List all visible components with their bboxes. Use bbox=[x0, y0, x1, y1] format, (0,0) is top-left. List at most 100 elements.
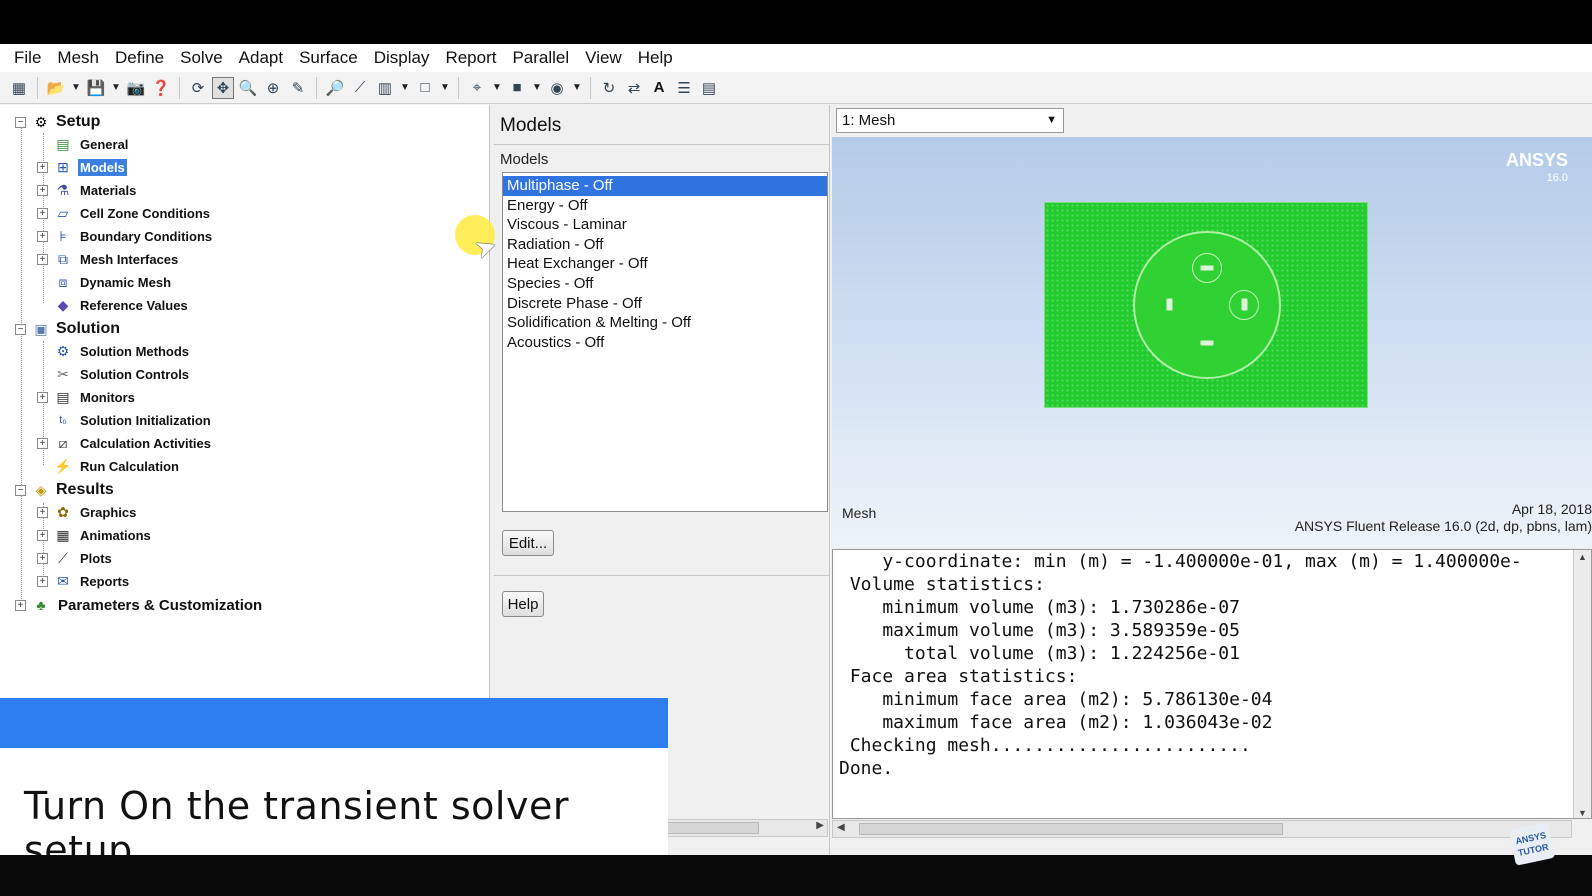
tree-item-plots[interactable]: + ⟋ Plots bbox=[37, 547, 114, 569]
scrollbar-thumb[interactable] bbox=[859, 823, 1283, 835]
tree-item-solution-initialization[interactable]: t₀ Solution Initialization bbox=[37, 409, 213, 431]
tree-item-materials[interactable]: + ⚗ Materials bbox=[37, 179, 138, 201]
menu-file[interactable]: File bbox=[6, 44, 49, 72]
list-item[interactable]: Discrete Phase - Off bbox=[503, 294, 827, 314]
window-icon[interactable]: □ bbox=[414, 77, 436, 99]
rotate-icon[interactable]: ⟳ bbox=[187, 77, 209, 99]
expand-icon[interactable]: + bbox=[37, 161, 48, 173]
expand-icon[interactable]: + bbox=[37, 529, 48, 541]
translate-icon[interactable]: ✥ bbox=[212, 76, 234, 99]
menu-parallel[interactable]: Parallel bbox=[504, 44, 577, 72]
collapse-icon[interactable]: − bbox=[15, 484, 26, 496]
tree-item-models[interactable]: + ⊞ Models bbox=[37, 156, 127, 178]
menu-adapt[interactable]: Adapt bbox=[231, 44, 291, 72]
zoom-fit-icon[interactable]: 🔎 bbox=[324, 77, 346, 99]
chevron-down-icon[interactable]: ▼ bbox=[531, 77, 543, 99]
tree-item-calculation-activities[interactable]: + ⧄ Calculation Activities bbox=[37, 432, 213, 454]
console-output[interactable]: y-coordinate: min (m) = -1.400000e-01, m… bbox=[832, 549, 1592, 819]
tree-solution[interactable]: − ▣ Solution bbox=[15, 318, 120, 340]
list-item[interactable]: Multiphase - Off bbox=[503, 176, 827, 196]
help-button[interactable]: Help bbox=[502, 591, 544, 617]
list-item[interactable]: Energy - Off bbox=[503, 196, 827, 216]
chevron-down-icon[interactable]: ▼ bbox=[439, 77, 451, 99]
scroll-down-icon[interactable]: ▼ bbox=[1578, 808, 1587, 818]
menu-view[interactable]: View bbox=[577, 44, 630, 72]
tree-item-dynamic-mesh[interactable]: ⧈ Dynamic Mesh bbox=[37, 271, 173, 293]
scroll-right-icon[interactable]: ▶ bbox=[816, 820, 824, 831]
refresh-icon[interactable]: ↻ bbox=[598, 77, 620, 99]
list-item[interactable]: Viscous - Laminar bbox=[503, 215, 827, 235]
tree-item-mesh-interfaces[interactable]: + ⧉ Mesh Interfaces bbox=[37, 248, 180, 270]
view-icon[interactable]: ◉ bbox=[546, 77, 568, 99]
ruler-icon[interactable]: ⟋ bbox=[349, 77, 371, 99]
tree-setup[interactable]: − ⚙ Setup bbox=[15, 111, 100, 133]
chevron-down-icon[interactable]: ▼ bbox=[571, 77, 583, 99]
expand-icon[interactable]: + bbox=[15, 599, 26, 611]
expand-icon[interactable]: + bbox=[37, 230, 48, 242]
expand-icon[interactable]: + bbox=[37, 575, 48, 587]
chevron-down-icon[interactable]: ▼ bbox=[1046, 109, 1057, 132]
expand-icon[interactable]: + bbox=[37, 391, 48, 403]
zoom-icon[interactable]: 🔍 bbox=[237, 77, 259, 99]
tree-item-reference-values[interactable]: ◆ Reference Values bbox=[37, 294, 190, 316]
save-icon[interactable]: 💾 bbox=[85, 77, 107, 99]
list-item[interactable]: Species - Off bbox=[503, 274, 827, 294]
list-item[interactable]: Heat Exchanger - Off bbox=[503, 254, 827, 274]
tree-parameters-customization[interactable]: + ♣ Parameters & Customization bbox=[15, 594, 264, 616]
tree-item-general[interactable]: ▤ General bbox=[37, 133, 130, 155]
console-horizontal-scrollbar[interactable]: ◀ bbox=[832, 820, 1572, 838]
console-vertical-scrollbar[interactable]: ▲ ▼ bbox=[1573, 550, 1591, 818]
list-item[interactable]: Acoustics - Off bbox=[503, 333, 827, 353]
tree-item-animations[interactable]: + ▦ Animations bbox=[37, 524, 153, 546]
scroll-left-icon[interactable]: ◀ bbox=[837, 822, 845, 833]
annotate-icon[interactable]: A bbox=[648, 77, 670, 99]
chevron-down-icon[interactable]: ▼ bbox=[70, 77, 82, 99]
menu-solve[interactable]: Solve bbox=[172, 44, 231, 72]
layout-icon[interactable]: ▥ bbox=[374, 77, 396, 99]
graphics-window-select[interactable]: 1: Mesh ▼ bbox=[836, 108, 1064, 133]
chevron-down-icon[interactable]: ▼ bbox=[399, 77, 411, 99]
menu-mesh[interactable]: Mesh bbox=[49, 44, 107, 72]
edit-button[interactable]: Edit... bbox=[502, 530, 554, 556]
menu-surface[interactable]: Surface bbox=[291, 44, 366, 72]
select-icon[interactable]: ⌖ bbox=[466, 77, 488, 99]
menu-display[interactable]: Display bbox=[366, 44, 438, 72]
expand-icon[interactable]: + bbox=[37, 253, 48, 265]
models-list[interactable]: Multiphase - Off Energy - Off Viscous - … bbox=[502, 172, 828, 512]
expand-icon[interactable]: + bbox=[37, 207, 48, 219]
help-icon[interactable]: ❓ bbox=[150, 77, 172, 99]
expand-icon[interactable]: + bbox=[37, 437, 48, 449]
graphics-viewport[interactable]: ANSYS 16.0 Mesh Apr 18, 2018 ANSYS Fluen… bbox=[832, 137, 1592, 547]
scrollbar-thumb[interactable] bbox=[667, 822, 759, 834]
list-item[interactable]: Solidification & Melting - Off bbox=[503, 313, 827, 333]
list-item[interactable]: Radiation - Off bbox=[503, 235, 827, 255]
open-icon[interactable]: 📂 bbox=[45, 77, 67, 99]
expand-icon[interactable]: + bbox=[37, 184, 48, 196]
grid-icon[interactable]: ▤ bbox=[698, 77, 720, 99]
zoom-in-icon[interactable]: ⊕ bbox=[262, 77, 284, 99]
expand-icon[interactable]: + bbox=[37, 552, 48, 564]
display-icon[interactable]: ■ bbox=[506, 77, 528, 99]
panel-horizontal-scrollbar[interactable]: ▶ bbox=[664, 819, 828, 837]
chevron-down-icon[interactable]: ▼ bbox=[491, 77, 503, 99]
collapse-icon[interactable]: − bbox=[15, 323, 26, 335]
sync-icon[interactable]: ⇄ bbox=[623, 77, 645, 99]
menu-define[interactable]: Define bbox=[107, 44, 172, 72]
new-icon[interactable]: ▦ bbox=[8, 77, 30, 99]
chevron-down-icon[interactable]: ▼ bbox=[110, 77, 122, 99]
probe-icon[interactable]: ✎ bbox=[287, 77, 309, 99]
collapse-icon[interactable]: − bbox=[15, 116, 26, 128]
tree-item-cell-zone-conditions[interactable]: + ▱ Cell Zone Conditions bbox=[37, 202, 212, 224]
scroll-up-icon[interactable]: ▲ bbox=[1578, 552, 1587, 562]
tree-item-monitors[interactable]: + ▤ Monitors bbox=[37, 386, 137, 408]
align-icon[interactable]: ☰ bbox=[673, 77, 695, 99]
tree-item-solution-controls[interactable]: ✂ Solution Controls bbox=[37, 363, 191, 385]
tree-results[interactable]: − ◈ Results bbox=[15, 479, 114, 501]
tree-item-boundary-conditions[interactable]: + ⊧ Boundary Conditions bbox=[37, 225, 214, 247]
tree-item-reports[interactable]: + ✉ Reports bbox=[37, 570, 131, 592]
tree-item-run-calculation[interactable]: ⚡ Run Calculation bbox=[37, 455, 181, 477]
menu-report[interactable]: Report bbox=[437, 44, 504, 72]
tree-item-solution-methods[interactable]: ⚙ Solution Methods bbox=[37, 340, 191, 362]
menu-help[interactable]: Help bbox=[630, 44, 681, 72]
expand-icon[interactable]: + bbox=[37, 506, 48, 518]
